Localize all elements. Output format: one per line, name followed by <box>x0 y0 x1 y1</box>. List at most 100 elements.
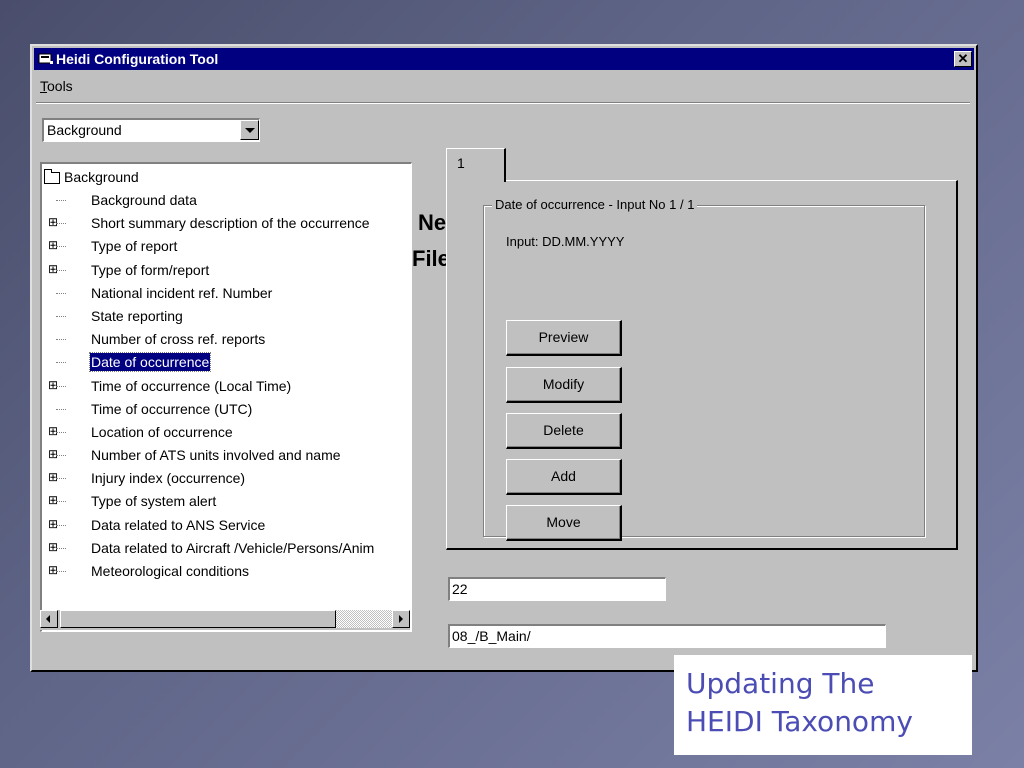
tree-connector <box>56 315 66 317</box>
category-select-value: Background <box>47 122 122 138</box>
expand-icon[interactable]: ⊞ <box>48 561 60 579</box>
menu-item-tools-label: ools <box>47 78 73 94</box>
tree-item-label: National incident ref. Number <box>91 284 273 301</box>
tree-connector <box>56 455 66 457</box>
tab-1[interactable]: 1 <box>446 148 506 182</box>
tree-item-label: Time of occurrence (UTC) <box>91 400 253 417</box>
path-field[interactable]: 08_/B_Main/ <box>448 624 886 648</box>
tree-item-label: Date of occurrence <box>88 352 212 373</box>
tree-item[interactable]: ⊞ Data related to Aircraft /Vehicle/Perso… <box>42 539 411 562</box>
tree-item-label: Background data <box>91 192 197 208</box>
slide-caption: Updating The HEIDI Taxonomy <box>674 655 972 755</box>
input-format-label: Input: DD.MM.YYYY <box>506 234 625 249</box>
tree-item-label: Data related to ANS Service <box>91 516 266 533</box>
tree-item[interactable]: ⊞ Short summary description of the occurr… <box>42 214 411 237</box>
tree-item[interactable]: National incident ref. Number <box>42 284 411 307</box>
scroll-thumb[interactable] <box>60 610 336 628</box>
expand-icon[interactable]: ⊞ <box>48 538 60 556</box>
expand-icon[interactable]: ⊞ <box>48 445 60 463</box>
tree-connector <box>56 200 66 201</box>
tree-connector <box>56 385 66 387</box>
code-field[interactable]: 22 <box>448 577 666 601</box>
tree-item[interactable]: ⊞ Type of system alert <box>42 492 411 515</box>
tree-item-label: Injury index (occurrence) <box>91 470 246 487</box>
tree-items: Background data ⊞ Short summary descriptio… <box>42 191 411 585</box>
background-label: Ne File <box>412 208 450 271</box>
tree-item[interactable]: ⊞ Type of form/report <box>42 261 411 284</box>
title-bar[interactable]: Heidi Configuration Tool ✕ <box>34 48 974 70</box>
tab-panel: Date of occurrence - Input No 1 / 1 Inpu… <box>446 180 958 550</box>
expand-icon[interactable]: ⊞ <box>48 491 60 509</box>
tree-connector <box>56 571 66 572</box>
tree-connector <box>56 501 66 503</box>
move-button[interactable]: Move <box>506 505 622 541</box>
expand-icon[interactable]: ⊞ <box>48 515 60 533</box>
tree-item-label: Type of report <box>91 238 178 255</box>
tree-item[interactable]: Number of cross ref. reports <box>42 330 411 353</box>
expand-icon[interactable]: ⊞ <box>48 260 60 278</box>
tree-root-label: Background <box>64 169 139 185</box>
close-icon: ✕ <box>957 51 969 66</box>
tree-connector <box>56 223 66 225</box>
tree-connector <box>56 362 66 364</box>
preview-button[interactable]: Preview <box>506 320 622 356</box>
tree-connector <box>56 292 66 294</box>
slide-caption-line2: HEIDI Taxonomy <box>686 705 913 738</box>
tree-item-label: Meteorological conditions <box>91 563 249 579</box>
tab-1-label: 1 <box>457 155 465 171</box>
close-button[interactable]: ✕ <box>954 51 972 67</box>
app-window: Heidi Configuration Tool ✕ Tools Backgro… <box>30 44 978 672</box>
modify-button[interactable]: Modify <box>506 367 622 403</box>
group-legend: Date of occurrence - Input No 1 / 1 <box>492 197 698 212</box>
expand-icon[interactable]: ⊞ <box>48 213 60 231</box>
delete-button[interactable]: Delete <box>506 413 622 449</box>
menu-item-tools[interactable]: Tools <box>40 78 73 94</box>
expand-icon[interactable]: ⊞ <box>48 236 60 254</box>
tree-item[interactable]: ⊞ Injury index (occurrence) <box>42 469 411 492</box>
tree-item-label: Number of ATS units involved and name <box>91 447 341 464</box>
tree-connector <box>56 246 66 248</box>
tree-connector <box>56 431 66 433</box>
tree-item-label: Data related to Aircraft /Vehicle/Person… <box>91 539 375 556</box>
tree-horizontal-scrollbar[interactable] <box>40 610 410 630</box>
open-folder-icon <box>44 169 60 185</box>
chevron-down-icon[interactable] <box>240 120 259 140</box>
tree-item-label: Short summary description of the occurre… <box>91 215 370 232</box>
category-select[interactable]: Background <box>42 118 260 142</box>
input-groupbox: Date of occurrence - Input No 1 / 1 Inpu… <box>483 197 925 541</box>
tree-item-label: Time of occurrence (Local Time) <box>91 377 292 394</box>
tree-item-label: Location of occurrence <box>91 423 233 440</box>
tree-connector <box>56 478 66 480</box>
add-button[interactable]: Add <box>506 459 622 495</box>
expand-icon[interactable]: ⊞ <box>48 376 60 394</box>
tree-item[interactable]: ⊞ Meteorological conditions <box>42 562 411 585</box>
expand-icon[interactable]: ⊞ <box>48 422 60 440</box>
scroll-left-icon[interactable] <box>40 610 58 628</box>
tree-item-label: Type of form/report <box>91 261 210 278</box>
tree-item[interactable]: Time of occurrence (UTC) <box>42 400 411 423</box>
tree-item[interactable]: Background data <box>42 191 411 214</box>
tree-item[interactable]: ⊞ Data related to ANS Service <box>42 516 411 539</box>
expand-icon[interactable]: ⊞ <box>48 468 60 486</box>
slide-caption-line1: Updating The <box>686 667 875 700</box>
taxonomy-tree[interactable]: Background Background data ⊞ Short summary… <box>40 162 412 632</box>
tree-connector <box>56 269 66 271</box>
background-label-line2: File <box>412 246 450 271</box>
menu-item-tools-mnemonic: T <box>40 78 47 94</box>
tree-item-label: State reporting <box>91 307 183 324</box>
menu-separator <box>36 102 970 104</box>
tree-item[interactable]: ⊞ Time of occurrence (Local Time) <box>42 377 411 400</box>
tree-item[interactable]: ⊞ Location of occurrence <box>42 423 411 446</box>
tree-item[interactable]: State reporting <box>42 307 411 330</box>
scroll-track[interactable] <box>336 610 392 628</box>
tree-item[interactable]: Date of occurrence <box>42 352 411 376</box>
scroll-right-icon[interactable] <box>392 610 410 628</box>
tree-connector <box>56 524 66 526</box>
app-icon <box>38 53 53 64</box>
tree-connector <box>56 339 66 341</box>
tree-root[interactable]: Background <box>44 168 139 186</box>
tree-connector <box>56 408 66 410</box>
window-title: Heidi Configuration Tool <box>56 51 219 67</box>
tree-item[interactable]: ⊞ Number of ATS units involved and name <box>42 446 411 469</box>
tree-item[interactable]: ⊞ Type of report <box>42 237 411 260</box>
